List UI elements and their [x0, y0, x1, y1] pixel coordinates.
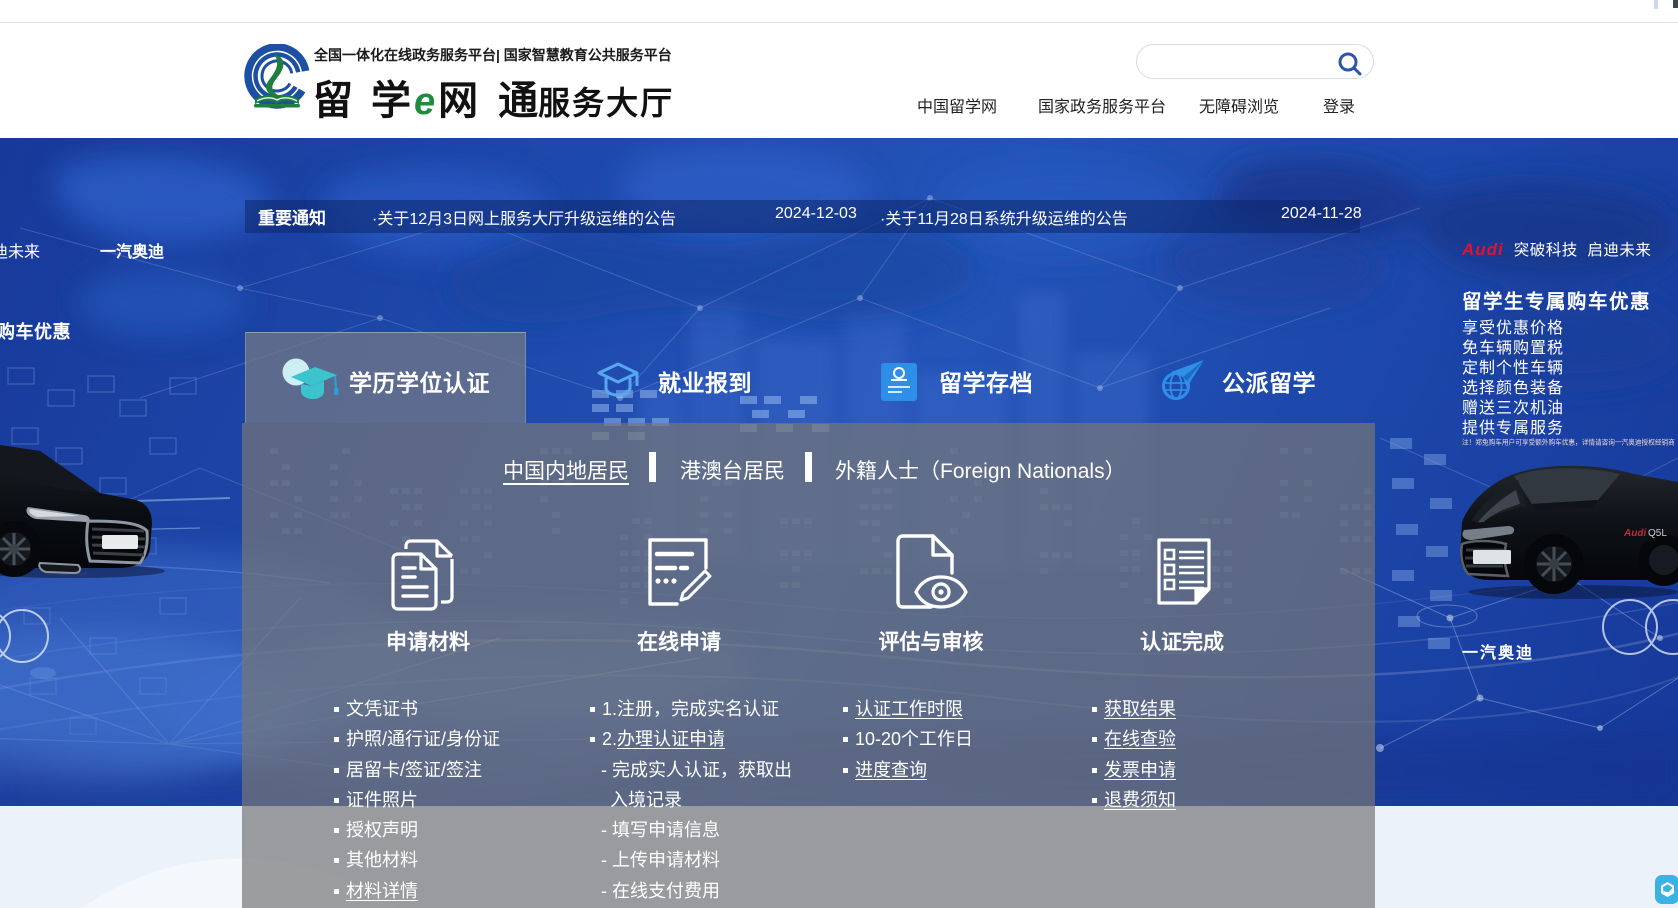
- svg-text:Audi: Audi: [1623, 528, 1646, 539]
- svg-text:Q5L: Q5L: [1648, 528, 1667, 539]
